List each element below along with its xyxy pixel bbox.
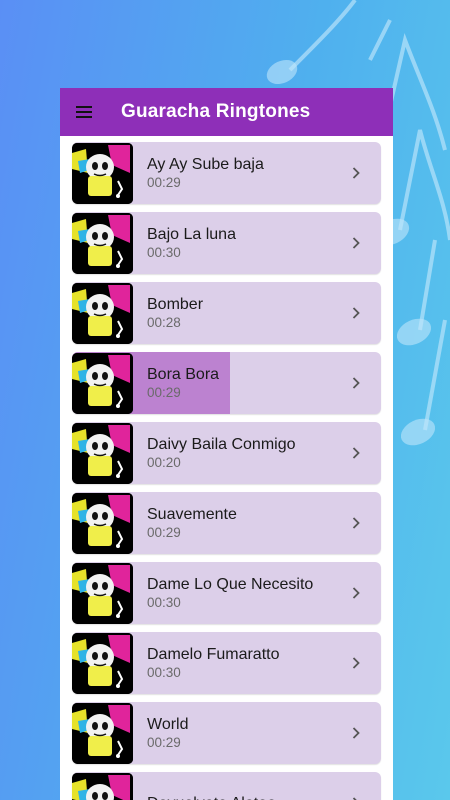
ringtone-name: World (147, 716, 189, 733)
dj-helmet-artwork-icon (72, 632, 133, 694)
hamburger-menu-icon[interactable] (76, 106, 92, 118)
dj-helmet-artwork-icon (72, 352, 133, 414)
dj-helmet-artwork-icon (72, 142, 133, 204)
chevron-right-icon[interactable] (345, 587, 367, 599)
ringtone-duration: 00:29 (147, 735, 181, 750)
dj-helmet-artwork-icon (72, 702, 133, 764)
ringtone-item[interactable]: Ay Ay Sube baja 00:29 (72, 142, 381, 204)
ringtone-item[interactable]: Bora Bora 00:29 (72, 352, 381, 414)
ringtone-duration: 00:30 (147, 595, 181, 610)
dj-helmet-artwork-icon (72, 562, 133, 624)
ringtone-duration: 00:29 (147, 385, 181, 400)
chevron-right-icon[interactable] (345, 167, 367, 179)
ringtone-duration: 00:29 (147, 175, 181, 190)
ringtone-name: Damelo Fumaratto (147, 646, 280, 663)
ringtone-artwork (72, 282, 133, 344)
ringtone-item[interactable]: Devuelvete Alotoo (72, 772, 381, 800)
ringtone-item[interactable]: Bomber 00:28 (72, 282, 381, 344)
ringtone-artwork (72, 212, 133, 274)
ringtone-artwork (72, 702, 133, 764)
dj-helmet-artwork-icon (72, 492, 133, 554)
chevron-right-icon[interactable] (345, 517, 367, 529)
dj-helmet-artwork-icon (72, 772, 133, 800)
ringtone-artwork (72, 492, 133, 554)
app-bar: Guaracha Ringtones (60, 88, 393, 136)
ringtone-duration: 00:30 (147, 665, 181, 680)
ringtone-name: Devuelvete Alotoo (147, 794, 345, 800)
ringtone-list: Ay Ay Sube baja 00:29 Bajo La luna 00:30… (60, 136, 393, 800)
dj-helmet-artwork-icon (72, 282, 133, 344)
dj-helmet-artwork-icon (72, 212, 133, 274)
chevron-right-icon[interactable] (345, 307, 367, 319)
ringtone-artwork (72, 352, 133, 414)
ringtone-name: Ay Ay Sube baja (147, 156, 264, 173)
ringtone-name: Dame Lo Que Necesito (147, 576, 314, 593)
app-title: Guaracha Ringtones (121, 101, 311, 122)
ringtone-duration: 00:30 (147, 245, 181, 260)
chevron-right-icon[interactable] (345, 447, 367, 459)
ringtone-artwork (72, 142, 133, 204)
ringtone-name: Daivy Baila Conmigo (147, 436, 296, 453)
ringtone-artwork (72, 562, 133, 624)
chevron-right-icon[interactable] (345, 657, 367, 669)
ringtone-name: Suavemente (147, 506, 237, 523)
ringtone-item[interactable]: Daivy Baila Conmigo 00:20 (72, 422, 381, 484)
ringtone-duration: 00:28 (147, 315, 181, 330)
chevron-right-icon[interactable] (345, 727, 367, 739)
app-screen: Guaracha Ringtones Ay Ay Sube baja 00:29 (60, 88, 393, 800)
ringtone-artwork (72, 422, 133, 484)
chevron-right-icon[interactable] (345, 377, 367, 389)
chevron-right-icon[interactable] (345, 237, 367, 249)
ringtone-name: Bora Bora (147, 366, 220, 383)
ringtone-duration: 00:29 (147, 525, 181, 540)
ringtone-item[interactable]: Bajo La luna 00:30 (72, 212, 381, 274)
ringtone-item[interactable]: Damelo Fumaratto 00:30 (72, 632, 381, 694)
ringtone-item[interactable]: Suavemente 00:29 (72, 492, 381, 554)
ringtone-artwork (72, 632, 133, 694)
ringtone-artwork (72, 772, 133, 800)
dj-helmet-artwork-icon (72, 422, 133, 484)
ringtone-duration: 00:20 (147, 455, 181, 470)
ringtone-item[interactable]: World 00:29 (72, 702, 381, 764)
ringtone-item[interactable]: Dame Lo Que Necesito 00:30 (72, 562, 381, 624)
ringtone-name: Bajo La luna (147, 226, 236, 243)
ringtone-name: Bomber (147, 296, 204, 313)
